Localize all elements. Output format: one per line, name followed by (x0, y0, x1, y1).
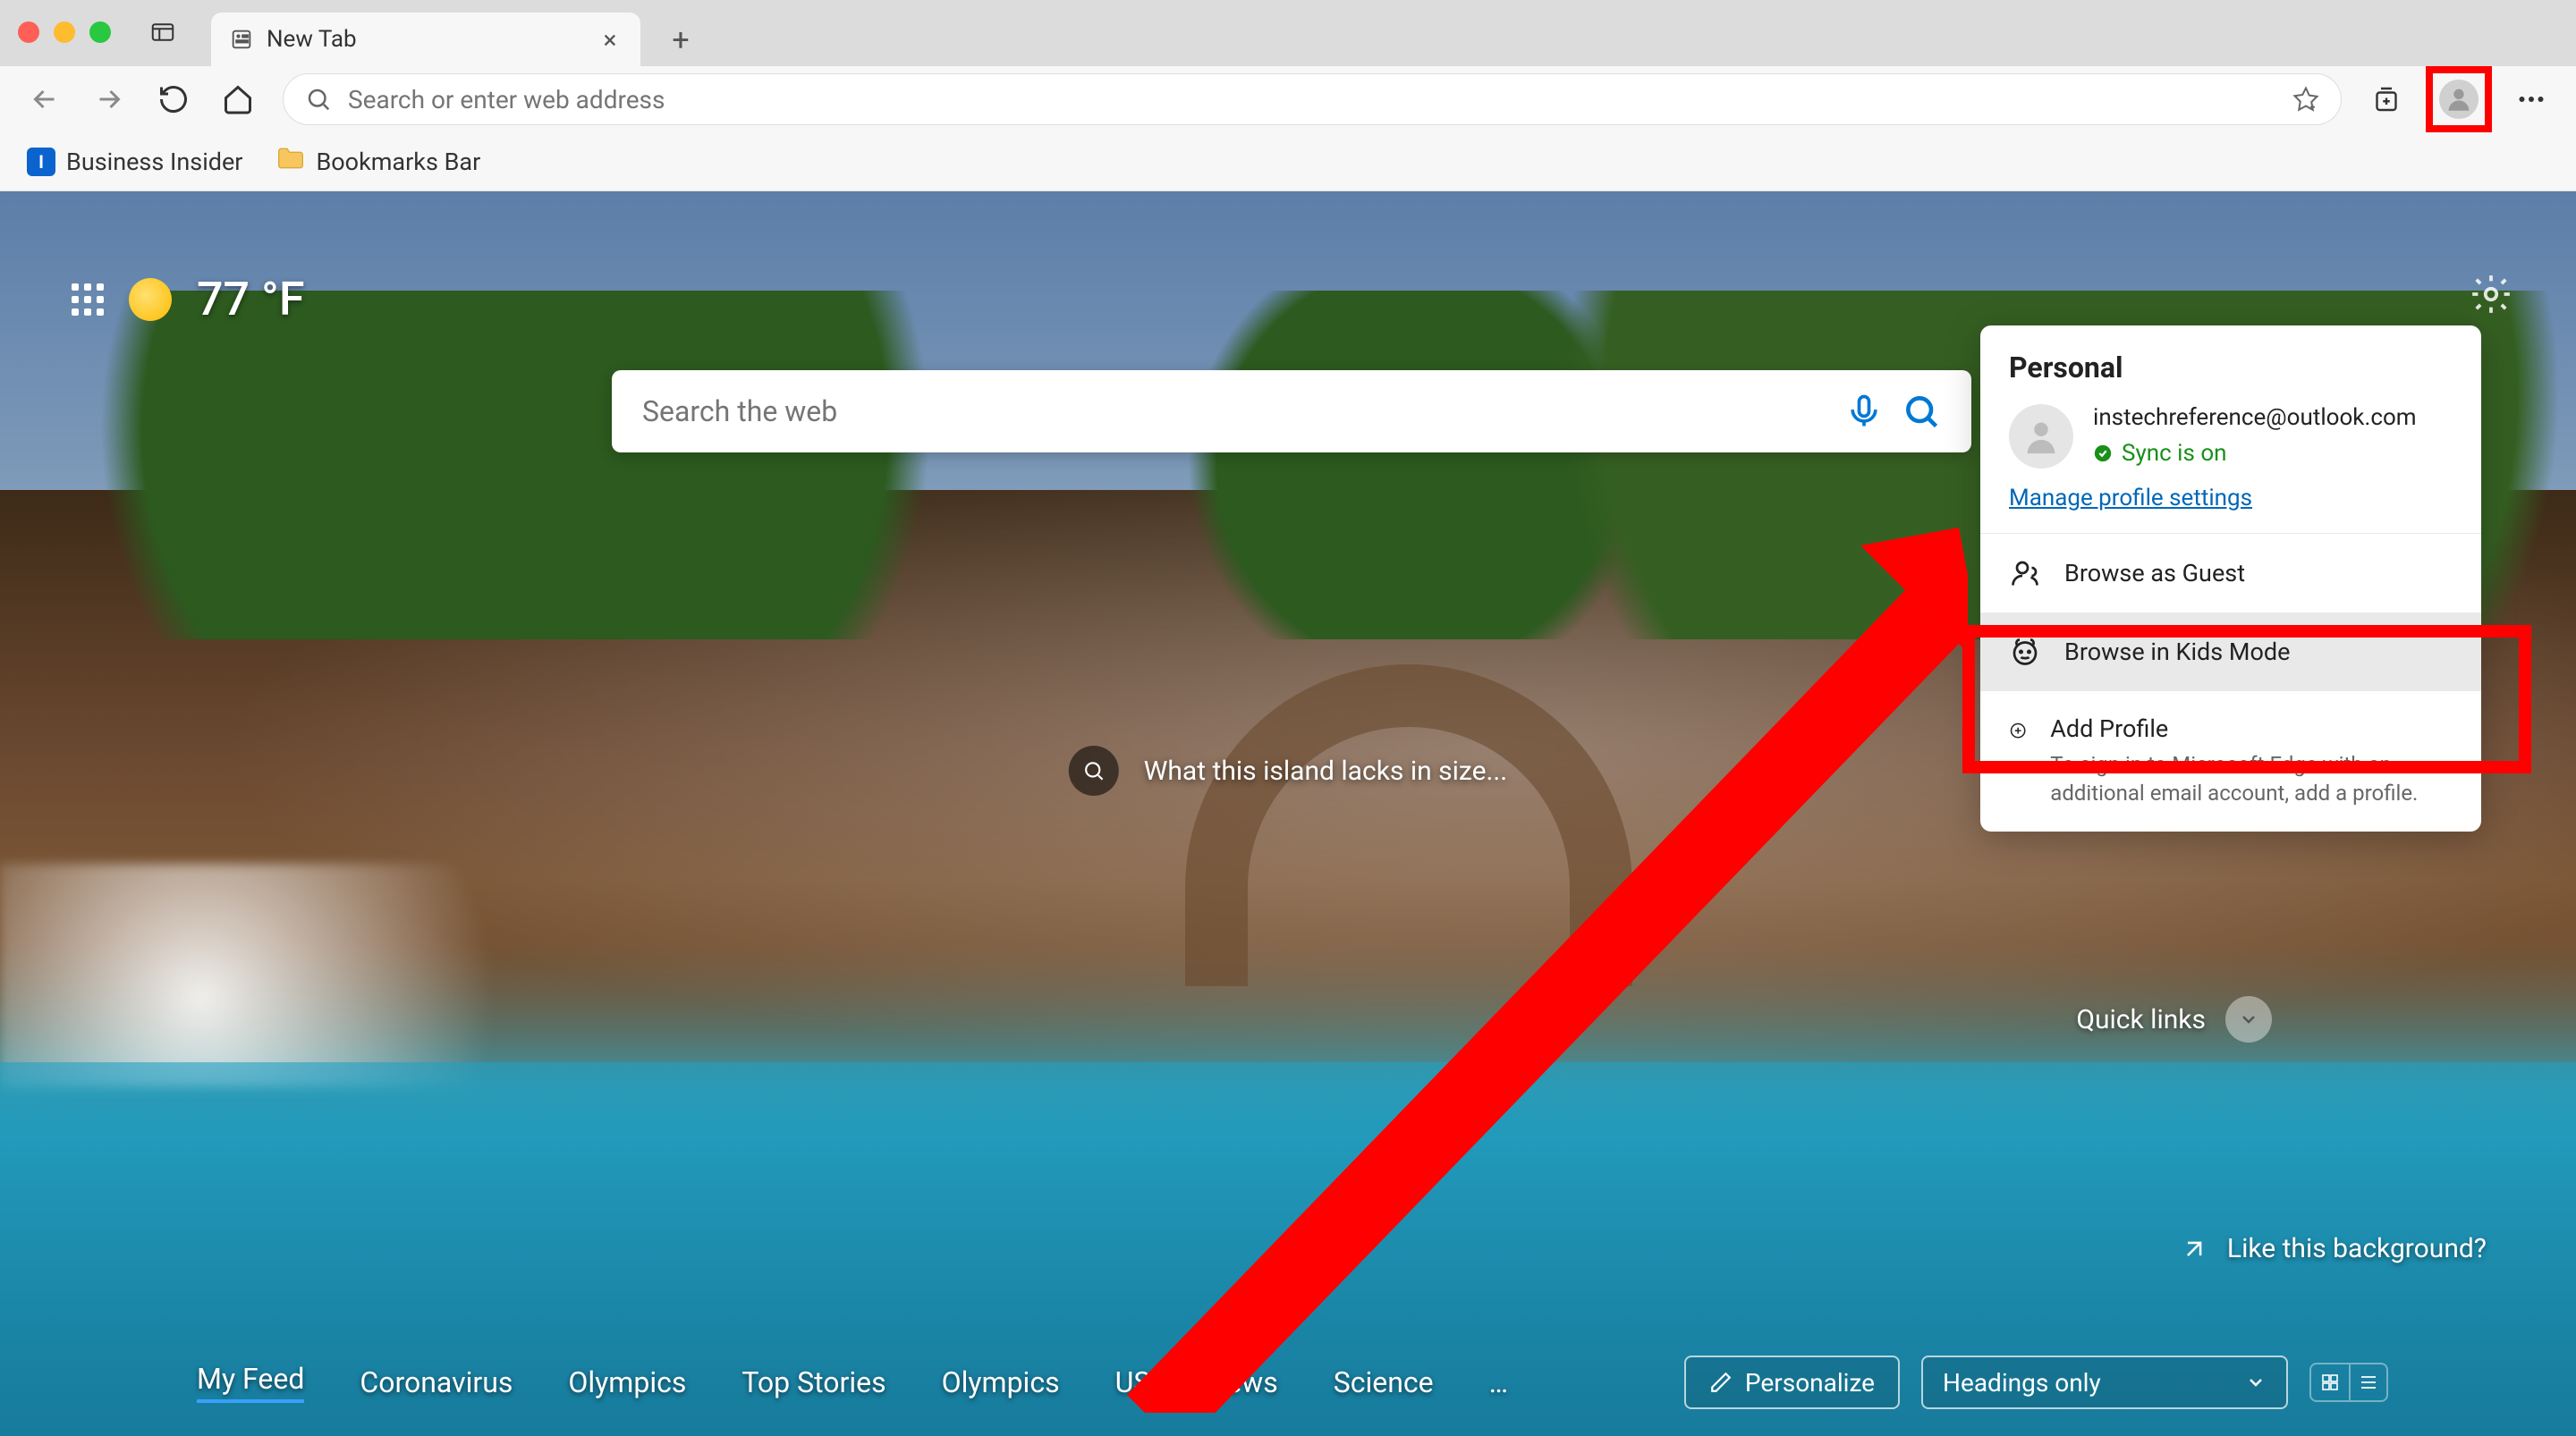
bookmarks-bar: I Business Insider Bookmarks Bar (0, 132, 2576, 191)
layout-dropdown[interactable]: Headings only (1921, 1356, 2288, 1409)
feed-tabs: My Feed Coronavirus Olympics Top Stories… (0, 1329, 2576, 1436)
menu-item-label: Browse in Kids Mode (2064, 638, 2290, 666)
feed-tab-science[interactable]: Science (1334, 1365, 1434, 1399)
profile-button-highlight (2426, 66, 2492, 132)
window-close-button[interactable] (18, 21, 39, 43)
guest-icon (2009, 557, 2041, 589)
checkmark-icon (2093, 443, 2113, 463)
menu-item-label: Browse as Guest (2064, 559, 2245, 587)
profile-email: instechreference@outlook.com (2093, 404, 2417, 431)
tab-favicon-icon (229, 27, 254, 52)
add-icon (2009, 714, 2027, 747)
window-minimize-button[interactable] (54, 21, 75, 43)
list-view-icon[interactable] (2349, 1363, 2388, 1402)
window-titlebar: New Tab × + (0, 0, 2576, 66)
menu-item-label: Add Profile (2050, 714, 2453, 743)
quick-links-label: Quick links (2076, 1004, 2206, 1035)
back-button[interactable] (25, 80, 64, 119)
feed-tab-topstories[interactable]: Top Stories (741, 1365, 886, 1399)
address-bar[interactable] (283, 73, 2342, 125)
bookmark-label: Business Insider (66, 148, 242, 176)
feed-tab-olympics2[interactable]: Olympics (942, 1365, 1060, 1399)
weather-sun-icon (129, 278, 172, 321)
layout-view-toggle[interactable] (2309, 1363, 2388, 1402)
kids-icon (2009, 636, 2041, 668)
like-background-prompt[interactable]: Like this background? (2179, 1233, 2487, 1264)
forward-button[interactable] (89, 80, 129, 119)
menu-item-description: To sign in to Microsoft Edge with an add… (2050, 750, 2453, 808)
voice-search-icon[interactable] (1844, 392, 1884, 431)
browse-as-guest-item[interactable]: Browse as Guest (1980, 534, 2481, 612)
page-settings-button[interactable] (2469, 272, 2513, 317)
bookmark-favicon-icon: I (27, 148, 55, 176)
quick-links-toggle[interactable]: Quick links (2076, 996, 2272, 1043)
profile-button[interactable] (2439, 80, 2479, 119)
feed-tab-more[interactable]: … (1489, 1365, 1508, 1399)
pencil-icon (1709, 1371, 1733, 1394)
url-input[interactable] (348, 85, 2276, 114)
weather-temperature: 77 °F (197, 272, 305, 326)
favorite-star-icon[interactable] (2292, 86, 2319, 113)
reload-button[interactable] (154, 80, 193, 119)
popover-title: Personal (1980, 325, 2481, 395)
chevron-down-icon (2225, 996, 2272, 1043)
feed-tab-coronavirus[interactable]: Coronavirus (360, 1365, 513, 1399)
popover-profile-row: instechreference@outlook.com Sync is on (1980, 395, 2481, 469)
lens-icon (1069, 746, 1119, 796)
expand-icon (2179, 1234, 2209, 1264)
weather-widget[interactable]: 77 °F (72, 272, 305, 326)
window-traffic-lights (18, 21, 111, 43)
home-button[interactable] (218, 80, 258, 119)
app-launcher-icon[interactable] (72, 283, 104, 316)
browser-tab[interactable]: New Tab × (211, 13, 640, 66)
search-submit-icon[interactable] (1902, 392, 1941, 431)
chevron-down-icon (2245, 1372, 2267, 1393)
personalize-button[interactable]: Personalize (1684, 1356, 1900, 1409)
new-tab-button[interactable]: + (660, 20, 701, 61)
bookmark-label: Bookmarks Bar (316, 148, 480, 176)
bookmark-folder[interactable]: Bookmarks Bar (276, 146, 480, 177)
image-caption[interactable]: What this island lacks in size... (1069, 746, 1507, 796)
avatar-icon (2009, 404, 2073, 469)
new-tab-content: 77 °F What this island lacks in size... … (0, 191, 2576, 1436)
bookmark-business-insider[interactable]: I Business Insider (27, 148, 242, 176)
feed-tab-olympics[interactable]: Olympics (568, 1365, 686, 1399)
manage-profile-link[interactable]: Manage profile settings (1980, 469, 2481, 533)
search-icon (305, 86, 332, 113)
browser-toolbar (0, 66, 2576, 132)
tab-close-button[interactable]: × (597, 27, 623, 52)
feed-tab-us[interactable]: US (1115, 1365, 1151, 1399)
profile-popover: Personal instechreference@outlook.com Sy… (1980, 325, 2481, 832)
like-background-text: Like this background? (2227, 1233, 2487, 1264)
dropdown-value: Headings only (1943, 1368, 2101, 1398)
tab-title: New Tab (267, 26, 585, 53)
feed-tab-news[interactable]: News (1206, 1365, 1277, 1399)
web-search-box[interactable] (612, 370, 1971, 452)
feed-tab-myfeed[interactable]: My Feed (197, 1362, 304, 1403)
add-profile-item[interactable]: Add Profile To sign in to Microsoft Edge… (1980, 691, 2481, 832)
collections-button[interactable] (2367, 80, 2406, 119)
browse-kids-mode-item[interactable]: Browse in Kids Mode (1980, 612, 2481, 691)
grid-view-icon[interactable] (2309, 1363, 2349, 1402)
more-menu-button[interactable] (2512, 80, 2551, 119)
personalize-label: Personalize (1745, 1368, 1875, 1398)
sync-status: Sync is on (2093, 440, 2417, 467)
tab-overview-button[interactable] (147, 16, 179, 48)
window-maximize-button[interactable] (89, 21, 111, 43)
caption-text: What this island lacks in size... (1144, 756, 1507, 787)
folder-icon (276, 146, 305, 177)
web-search-input[interactable] (642, 394, 1826, 428)
